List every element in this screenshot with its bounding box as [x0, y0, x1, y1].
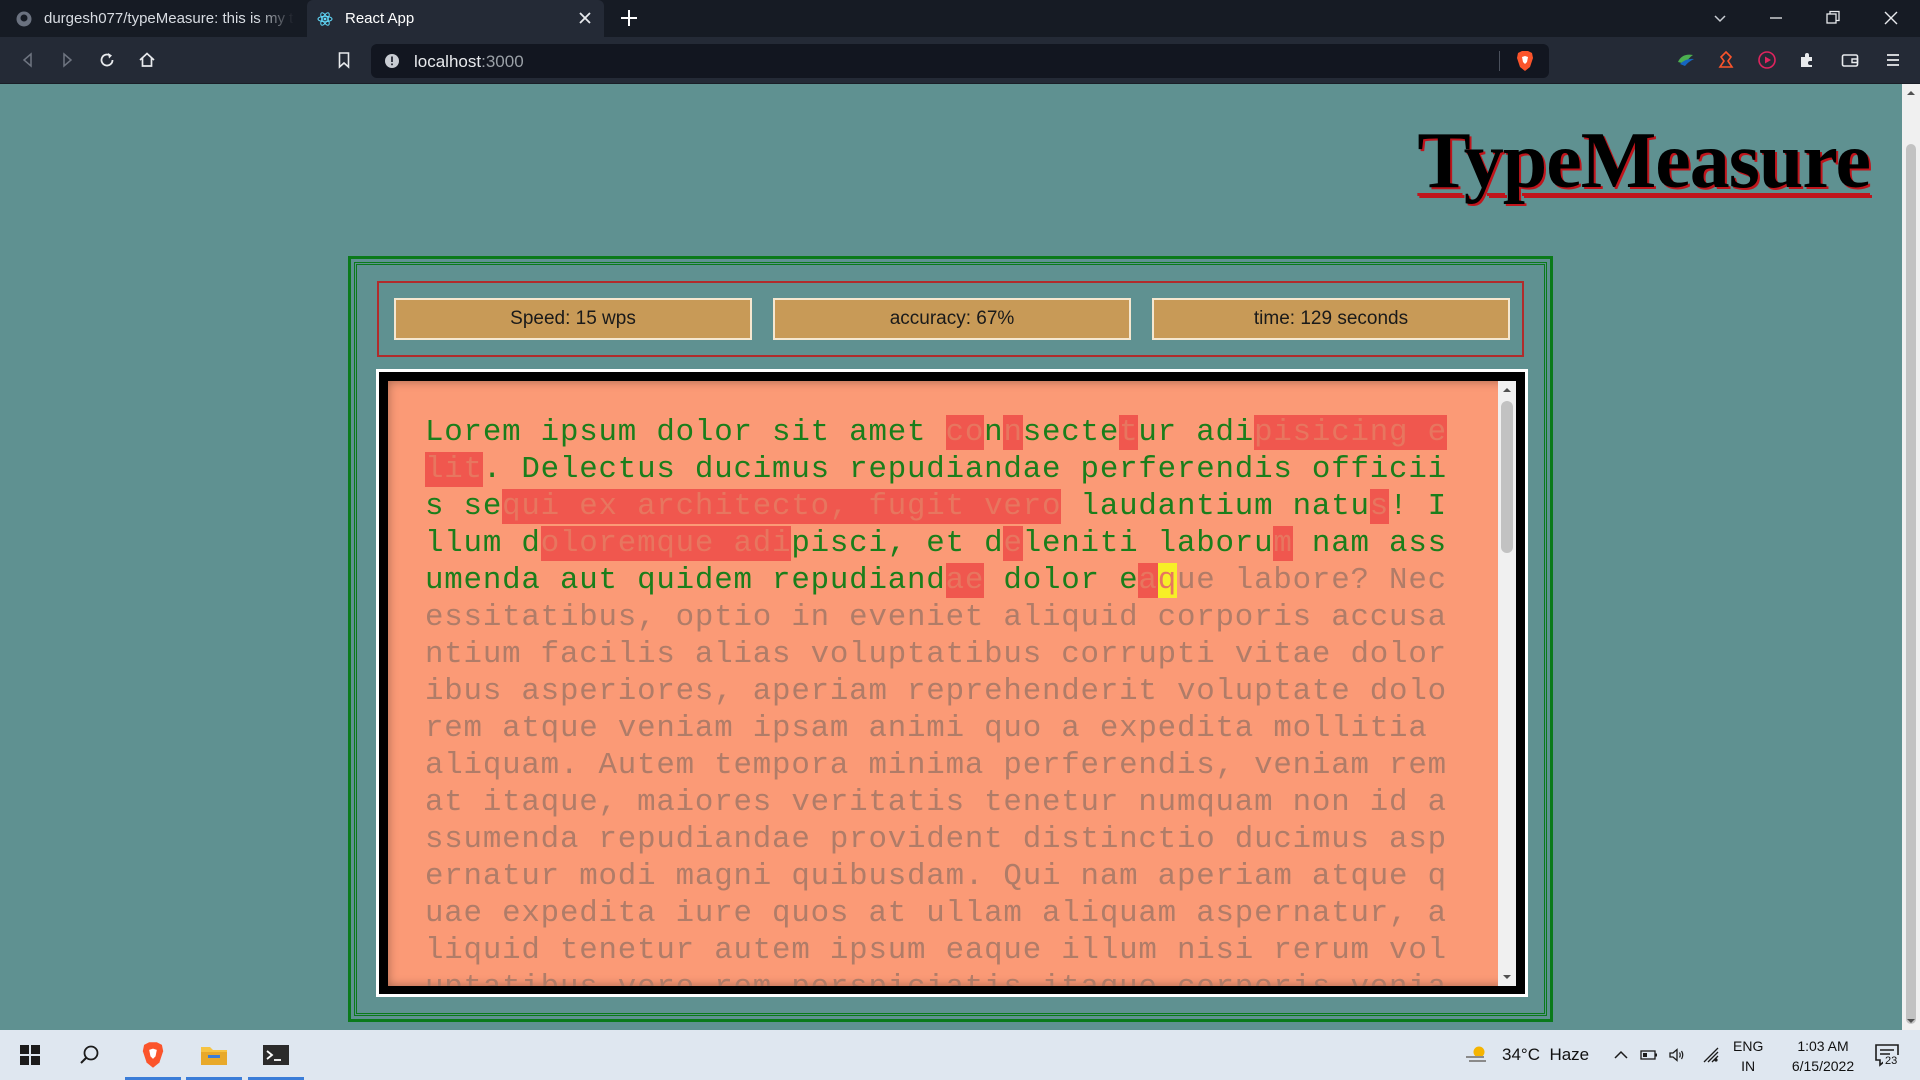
back-icon[interactable] [18, 50, 38, 70]
browser-toolbar: localhost:3000 [0, 37, 1920, 84]
text-area-scrollbar[interactable] [1498, 381, 1516, 986]
media-extension-icon[interactable] [1757, 50, 1777, 70]
typed-wrong-segment: m [1273, 526, 1293, 561]
url-host: localhost [414, 52, 482, 71]
volume-icon[interactable] [1668, 1046, 1686, 1064]
typed-wrong-segment: oloremque adi [540, 526, 792, 561]
weather-haze-icon [1466, 1046, 1486, 1062]
weather-condition: Haze [1549, 1045, 1590, 1064]
tab-title: durgesh077/typeMeasure: this is my typ [44, 10, 294, 27]
address-bar-divider [1499, 51, 1500, 71]
typed-wrong-segment: ae [945, 563, 985, 598]
brave-shields-icon[interactable] [1515, 50, 1535, 72]
reload-icon[interactable] [97, 50, 117, 70]
close-window-icon[interactable] [1881, 8, 1901, 28]
typed-correct-segment: laudantium natu [1061, 489, 1370, 524]
brave-rewards-icon[interactable] [1716, 50, 1736, 70]
wallet-icon[interactable] [1840, 50, 1860, 70]
terminal-icon [263, 1045, 289, 1065]
system-clock[interactable]: 1:03 AM 6/15/2022 [1778, 1036, 1868, 1076]
speed-stat: Speed: 15 wps [394, 298, 752, 340]
typing-test-container: Speed: 15 wps accuracy: 67% time: 129 se… [348, 256, 1553, 1022]
address-bar[interactable]: localhost:3000 [371, 44, 1549, 78]
github-icon [16, 11, 32, 26]
typed-correct-segment: ur adi [1138, 415, 1255, 450]
language-code: ENG [1733, 1038, 1764, 1054]
tab-search-chevron-icon[interactable] [1710, 8, 1730, 28]
input-language[interactable]: ENG IN [1733, 1036, 1763, 1076]
taskbar-file-explorer[interactable] [184, 1030, 244, 1080]
typed-wrong-segment: co [945, 415, 985, 450]
typed-wrong-segment: a [1138, 563, 1158, 598]
cursor-character: q [1157, 563, 1177, 598]
search-icon [80, 1045, 99, 1064]
region-code: IN [1741, 1058, 1756, 1074]
brave-browser-icon [142, 1042, 164, 1068]
page-scroll-up-icon[interactable] [1906, 88, 1916, 98]
temperature: 34°C [1502, 1045, 1540, 1064]
typed-correct-segment: secte [1022, 415, 1120, 450]
typed-wrong-segment: e [1003, 526, 1023, 561]
close-tab-icon[interactable] [576, 9, 594, 27]
tab-title: React App [345, 10, 415, 27]
tab-github[interactable]: durgesh077/typeMeasure: this is my typ [0, 0, 303, 37]
typed-wrong-segment: qui ex architecto, fugit vero [502, 489, 1062, 524]
scroll-up-arrow-icon[interactable] [1502, 385, 1512, 395]
taskbar-brave[interactable] [123, 1030, 183, 1080]
clock-time: 1:03 AM [1797, 1038, 1849, 1054]
typed-correct-segment: leniti laboru [1022, 526, 1274, 561]
start-button[interactable] [0, 1030, 60, 1080]
tab-react-app[interactable]: React App [307, 0, 604, 37]
clock-date: 6/15/2022 [1791, 1058, 1855, 1074]
minimize-icon[interactable] [1766, 8, 1786, 28]
restore-icon[interactable] [1823, 8, 1843, 28]
app-title: TypeMeasure [1417, 117, 1871, 205]
page-scrollbar[interactable] [1902, 84, 1920, 1030]
bookmark-icon[interactable] [334, 50, 354, 70]
typed-wrong-segment: s [1369, 489, 1390, 524]
site-info-icon[interactable] [384, 53, 400, 69]
time-stat: time: 129 seconds [1152, 298, 1510, 340]
accuracy-stat: accuracy: 67% [773, 298, 1131, 340]
url-text[interactable]: localhost:3000 [414, 52, 524, 72]
typed-correct-segment: dolor e [984, 563, 1139, 598]
react-icon [317, 11, 333, 26]
page-scroll-thumb[interactable] [1906, 144, 1916, 1024]
weather-widget[interactable]: 34°C Haze [1502, 1045, 1589, 1065]
page-scroll-down-icon[interactable] [1906, 1016, 1916, 1026]
typing-passage[interactable]: Lorem ipsum dolor sit amet connsectetur … [425, 414, 1459, 986]
extension-rewards-icon[interactable] [1676, 50, 1696, 70]
remaining-text: ue labore? Necessitatibus, optio in even… [425, 563, 1447, 986]
show-hidden-icons-chevron-icon[interactable] [1612, 1046, 1630, 1064]
typed-correct-segment: n [984, 415, 1004, 450]
typing-text-area[interactable]: Lorem ipsum dolor sit amet connsectetur … [388, 381, 1516, 986]
windows-logo-icon [20, 1045, 40, 1065]
url-port: :3000 [481, 52, 524, 71]
scroll-down-arrow-icon[interactable] [1502, 972, 1512, 982]
typed-correct-segment: Lorem ipsum dolor sit amet [425, 415, 946, 450]
wifi-icon[interactable] [1702, 1046, 1720, 1064]
menu-icon[interactable] [1883, 50, 1903, 70]
extensions-icon[interactable] [1797, 50, 1817, 70]
search-button[interactable] [60, 1030, 120, 1080]
stats-panel: Speed: 15 wps accuracy: 67% time: 129 se… [377, 281, 1524, 357]
typing-text-frame: Lorem ipsum dolor sit amet connsectetur … [376, 369, 1528, 997]
home-icon[interactable] [137, 50, 157, 70]
new-tab-icon[interactable] [618, 7, 640, 29]
taskbar-terminal[interactable] [246, 1030, 306, 1080]
battery-icon[interactable] [1640, 1046, 1658, 1064]
windows-taskbar: 34°C Haze ENG IN 1:03 AM 6/15/2022 23 [0, 1030, 1920, 1080]
typed-correct-segment: pisci, et d [791, 526, 1004, 561]
text-area-scroll-thumb[interactable] [1501, 401, 1513, 553]
notification-count: 23 [1883, 1055, 1900, 1067]
page-viewport: TypeMeasure Speed: 15 wps accuracy: 67% … [0, 84, 1920, 1030]
forward-icon[interactable] [57, 50, 77, 70]
folder-icon [201, 1047, 227, 1065]
typed-wrong-segment: n [1003, 415, 1023, 450]
typed-wrong-segment: t [1119, 415, 1139, 450]
browser-tab-bar: durgesh077/typeMeasure: this is my typ R… [0, 0, 1920, 37]
